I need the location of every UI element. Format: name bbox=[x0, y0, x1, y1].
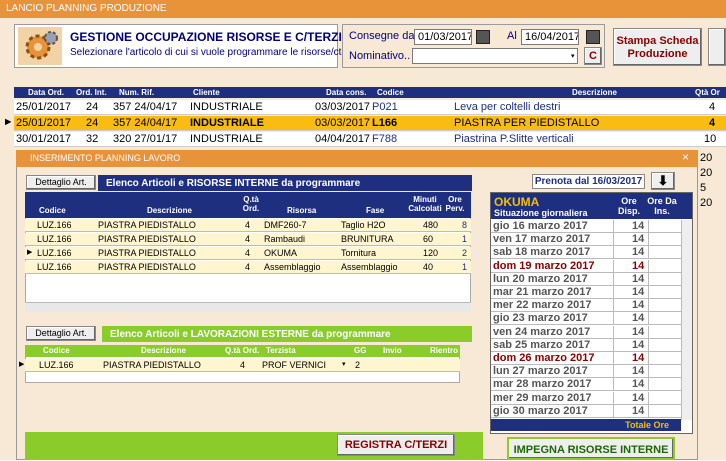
calendar-day-row[interactable]: mer 29 marzo 2017 14 bbox=[491, 391, 681, 405]
prenota-label: Prenota dal 16/03/2017 bbox=[532, 174, 645, 189]
gears-logo-icon bbox=[18, 27, 62, 65]
row-pointer-icon: ▶ bbox=[19, 361, 25, 368]
row-pointer-icon: ▶ bbox=[5, 117, 12, 126]
calendar-day-row[interactable]: gio 16 marzo 2017 14 bbox=[491, 220, 681, 233]
arrow-down-icon[interactable]: ⬇ bbox=[651, 172, 675, 190]
table-row[interactable]: 30/01/2017 32 320 27/01/17 INDUSTRIALE 0… bbox=[14, 132, 726, 147]
partial-button[interactable] bbox=[708, 28, 726, 66]
main-table-header: Data Ord. Ord. Int. Num. Rif. Cliente Da… bbox=[14, 87, 726, 98]
impegna-risorse-button[interactable]: IMPEGNA RISORSE INTERNE bbox=[507, 437, 675, 460]
date-to-input[interactable]: 16/04/2017 bbox=[521, 29, 579, 45]
table-row-selected[interactable]: ▶ 25/01/2017 24 357 24/04/17 INDUSTRIALE… bbox=[5, 116, 726, 131]
internal-hscrollbar[interactable] bbox=[25, 302, 471, 312]
calendar-day-row[interactable]: ven 17 marzo 2017 14 bbox=[491, 233, 681, 247]
col-data-ord: Data Ord. bbox=[28, 88, 65, 97]
calendar-day-row[interactable]: mar 28 marzo 2017 14 bbox=[491, 378, 681, 392]
dettaglio-art-button[interactable]: Dettaglio Art. bbox=[26, 175, 96, 190]
external-row[interactable]: ▶ LUZ.166 PIASTRA PIEDISTALLO 4 PROF VER… bbox=[19, 359, 460, 372]
calendar-day-row[interactable]: gio 30 marzo 2017 14 bbox=[491, 404, 681, 418]
chevron-down-icon[interactable]: ▾ bbox=[571, 52, 575, 60]
consegne-label: Consegne da bbox=[349, 30, 415, 42]
internal-row[interactable]: LUZ.166 PIASTRA PIEDISTALLO 4 DMF260-7 Tagli… bbox=[25, 219, 471, 232]
internal-section-title: Elenco Articoli e RISORSE INTERNE da pro… bbox=[98, 175, 472, 191]
col-num-rif: Num. Rif. bbox=[119, 88, 155, 97]
chevron-down-icon[interactable]: ▾ bbox=[342, 360, 346, 368]
calendar-to-icon[interactable] bbox=[586, 30, 600, 44]
totale-ore-label: Totale Ore bbox=[491, 419, 681, 431]
app-subtitle: Selezionare l'articolo di cui si vuole p… bbox=[70, 47, 358, 58]
calendar-day-row[interactable]: mar 21 marzo 2017 14 bbox=[491, 286, 681, 299]
external-table-header: Codice Descrizione Q.tà Ord. Terzista GG… bbox=[25, 345, 460, 357]
registra-cterzi-button[interactable]: REGISTRA C/TERZI bbox=[337, 434, 455, 456]
qta-column-overflow: 20 20 5 20 bbox=[700, 152, 713, 209]
dettaglio-art-button-external[interactable]: Dettaglio Art. bbox=[26, 326, 96, 341]
calendar-day-row[interactable]: mer 22 marzo 2017 14 bbox=[491, 299, 681, 313]
calendar-scrollbar[interactable] bbox=[681, 220, 692, 420]
col-cliente: Cliente bbox=[193, 88, 220, 97]
col-qta: Qtà Or bbox=[695, 88, 720, 97]
calendar-day-row[interactable]: lun 27 marzo 2017 14 bbox=[491, 365, 681, 379]
external-section-title: Elenco Articoli e LAVORAZIONI ESTERNE da… bbox=[102, 326, 472, 342]
close-icon[interactable]: × bbox=[682, 150, 689, 164]
calendar-from-icon[interactable] bbox=[476, 30, 490, 44]
internal-row[interactable]: LUZ.166 PIASTRA PIEDISTALLO 4 Rambaudi BRUNI… bbox=[25, 233, 471, 246]
col-descrizione: Descrizione bbox=[572, 88, 617, 97]
print-scheda-button[interactable]: Stampa Scheda Produzione bbox=[613, 28, 702, 66]
date-from-input[interactable]: 01/03/2017 bbox=[414, 29, 472, 45]
dialog-title: INSERIMENTO PLANNING LAVORO bbox=[16, 150, 698, 167]
app-title: GESTIONE OCCUPAZIONE RISORSE E C/TERZI bbox=[70, 30, 342, 44]
calendar-day-row[interactable]: gio 23 marzo 2017 14 bbox=[491, 312, 681, 326]
calendar-day-row[interactable]: sab 25 marzo 2017 14 bbox=[491, 338, 681, 352]
al-label: Al bbox=[507, 30, 517, 42]
resource-name: OKUMA bbox=[494, 195, 540, 209]
col-ord-int: Ord. Int. bbox=[76, 88, 107, 97]
calendar-header: OKUMA Situazione giornaliera Ore Disp. O… bbox=[491, 193, 692, 219]
internal-row[interactable]: LUZ.166 PIASTRA PIEDISTALLO 4 Assemblaggio A… bbox=[25, 261, 471, 274]
internal-row[interactable]: ▶ LUZ.166 PIASTRA PIEDISTALLO 4 OKUMA Tornitu… bbox=[25, 247, 471, 260]
terzista-select[interactable]: PROF VERNICI bbox=[262, 360, 326, 370]
nominativo-select[interactable] bbox=[412, 48, 578, 64]
calendar-day-row[interactable]: ven 24 marzo 2017 14 bbox=[491, 325, 681, 339]
internal-table-header: Codice Descrizione Q.tà Ord. Risorsa Fas… bbox=[25, 192, 471, 218]
nominativo-label: Nominativo.. bbox=[349, 50, 411, 62]
row-pointer-icon: ▶ bbox=[27, 249, 33, 256]
calendar-day-row[interactable]: dom 19 marzo 2017 14 bbox=[491, 259, 681, 273]
calendar-day-row[interactable]: lun 20 marzo 2017 14 bbox=[491, 272, 681, 286]
c-button[interactable]: C bbox=[584, 47, 602, 65]
col-codice: Codice bbox=[377, 88, 404, 97]
calendar-day-row[interactable]: dom 26 marzo 2017 14 bbox=[491, 352, 681, 365]
table-row[interactable]: 25/01/2017 24 357 24/04/17 INDUSTRIALE 0… bbox=[14, 100, 726, 115]
col-data-cons: Data cons. bbox=[326, 88, 367, 97]
calendar-day-row[interactable]: sab 18 marzo 2017 14 bbox=[491, 246, 681, 260]
window-title: LANCIO PLANNING PRODUZIONE bbox=[0, 0, 726, 18]
